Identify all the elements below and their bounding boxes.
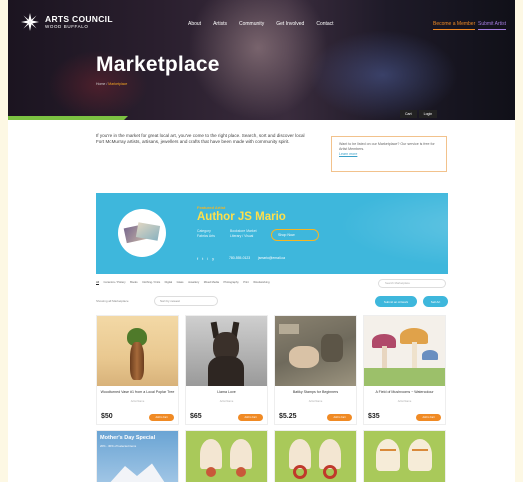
- product-image: [97, 316, 178, 386]
- artist-phone[interactable]: 780-555-0123: [229, 256, 250, 260]
- product-price: $5.25: [279, 413, 297, 420]
- category-tab[interactable]: Digital: [165, 281, 172, 284]
- promo-subtitle: 20% - 30% off selected items: [100, 444, 137, 448]
- artist-meta-1: Category Fabrics Arts: [197, 229, 215, 239]
- artist-email[interactable]: jsmario@email.ca: [258, 256, 285, 260]
- product-card[interactable]: [363, 430, 446, 482]
- artist-meta-2: Bookstore Market Literary / Visual: [230, 229, 257, 239]
- hero-accent-bar: [8, 116, 128, 120]
- product-artist: Artist Name: [397, 400, 412, 403]
- youtube-icon[interactable]: y: [212, 256, 214, 261]
- intro-text: If you're in the market for great local …: [96, 133, 305, 145]
- brand-tagline: WOOD BUFFALO: [45, 24, 89, 29]
- hero-glow: [308, 30, 458, 120]
- product-image: [275, 316, 356, 386]
- notice-text: Want to be listed on our Marketplace? Ou…: [339, 142, 435, 151]
- product-artist: Artist Name: [130, 400, 145, 403]
- breadcrumb-home[interactable]: Home: [96, 82, 105, 86]
- nav-artists[interactable]: Artists: [213, 21, 227, 27]
- product-image: [186, 431, 267, 482]
- results-label: Showing all Marketplace: [96, 299, 129, 303]
- category-tab[interactable]: Print: [243, 281, 249, 284]
- meta-line: Fabrics Arts: [197, 233, 215, 238]
- breadcrumb-current: Marketplace: [108, 82, 128, 86]
- product-image: Mother's Day Special 20% - 30% off selec…: [97, 431, 178, 482]
- product-image: [364, 431, 445, 482]
- breadcrumb: Home / Marketplace: [96, 82, 127, 86]
- category-tab[interactable]: All: [96, 281, 99, 284]
- featured-artist-card: Featured Artist Author JS Mario Category…: [96, 193, 448, 274]
- add-to-cart-button[interactable]: Add to Cart: [327, 414, 352, 421]
- profile-wave: [316, 193, 448, 274]
- product-image: [275, 431, 356, 482]
- product-price: $35: [368, 413, 380, 420]
- page-title: Marketplace: [96, 53, 220, 76]
- brand-name: ARTS COUNCIL: [45, 13, 113, 24]
- artist-avatar: [118, 209, 166, 257]
- submit-artist-link[interactable]: Submit Artist: [478, 19, 507, 30]
- star-logo-icon: [21, 13, 39, 31]
- product-card[interactable]: Woodturned Vase #1 from a Local Poplar T…: [96, 315, 179, 425]
- listing-notice: Want to be listed on our Marketplace? Ou…: [331, 136, 447, 172]
- notice-link[interactable]: Learn more: [339, 152, 357, 156]
- product-image: [364, 316, 445, 386]
- category-tab[interactable]: Photography: [223, 281, 238, 284]
- category-tab[interactable]: Mixed Media: [204, 281, 219, 284]
- social-links: f t i y: [197, 256, 214, 261]
- featured-badge: Featured Artist: [197, 205, 226, 210]
- product-title[interactable]: A Field of Mushrooms ~ Watercolour: [367, 390, 442, 394]
- category-tabs: All Ceramics / Pottery Books Clothing / …: [96, 281, 344, 284]
- add-to-cart-button[interactable]: Add to Cart: [238, 414, 263, 421]
- search-input[interactable]: Search Marketplace: [378, 279, 446, 288]
- main-nav: About Artists Community Get Involved Con…: [188, 21, 334, 27]
- artist-name: Author JS Mario: [197, 211, 286, 223]
- product-card[interactable]: Llama Love Artist Name $65 Add to Cart: [185, 315, 268, 425]
- hero-actions: Cart Login: [400, 110, 438, 118]
- artwork-thumbnail: [123, 222, 161, 244]
- shop-now-button[interactable]: Shop Now: [271, 229, 319, 241]
- nav-contact[interactable]: Contact: [316, 21, 333, 27]
- product-card[interactable]: Mother's Day Special 20% - 30% off selec…: [96, 430, 179, 482]
- product-title[interactable]: Llama Love: [189, 390, 264, 394]
- product-title[interactable]: Batiky Stamps for Beginners: [278, 390, 353, 394]
- add-to-cart-button[interactable]: Add to Cart: [149, 414, 174, 421]
- promo-title: Mother's Day Special: [100, 435, 156, 441]
- sort-select[interactable]: Sort by newest: [154, 296, 218, 306]
- add-to-cart-button[interactable]: Add to Cart: [416, 414, 441, 421]
- product-card[interactable]: [274, 430, 357, 482]
- product-card[interactable]: Batiky Stamps for Beginners Artist Name …: [274, 315, 357, 425]
- product-artist: Artist Name: [308, 400, 323, 403]
- become-member-link[interactable]: Become a Member: [433, 19, 476, 30]
- cart-button[interactable]: Cart: [400, 110, 417, 118]
- instagram-icon[interactable]: i: [207, 256, 208, 261]
- product-title[interactable]: Woodturned Vase #1 from a Local Poplar T…: [100, 390, 175, 394]
- product-price: $50: [101, 413, 113, 420]
- product-price: $65: [190, 413, 202, 420]
- hero-banner: ARTS COUNCIL WOOD BUFFALO About Artists …: [8, 0, 515, 120]
- submit-artwork-button[interactable]: Submit an Artwork: [375, 296, 417, 307]
- nav-about[interactable]: About: [188, 21, 201, 27]
- meta-line: Literary / Visual: [230, 233, 254, 238]
- facebook-icon[interactable]: f: [197, 256, 198, 261]
- category-tab[interactable]: Books: [130, 281, 137, 284]
- twitter-icon[interactable]: t: [202, 256, 203, 261]
- category-tab[interactable]: Woodworking: [253, 281, 269, 284]
- product-artist: Artist Name: [219, 400, 234, 403]
- site-logo[interactable]: ARTS COUNCIL WOOD BUFFALO: [20, 12, 113, 32]
- nav-get-involved[interactable]: Get Involved: [276, 21, 304, 27]
- product-image: [186, 316, 267, 386]
- product-card[interactable]: [185, 430, 268, 482]
- category-tab[interactable]: Ceramics / Pottery: [104, 281, 126, 284]
- product-card[interactable]: A Field of Mushrooms ~ Watercolour Artis…: [363, 315, 446, 425]
- page: ARTS COUNCIL WOOD BUFFALO About Artists …: [8, 0, 515, 482]
- sell-art-button[interactable]: Sell Art: [423, 296, 448, 307]
- category-tab[interactable]: Jewellery: [188, 281, 199, 284]
- nav-community[interactable]: Community: [239, 21, 264, 27]
- category-tab[interactable]: Clothing / Knits: [142, 281, 160, 284]
- category-tab[interactable]: Glass: [177, 281, 184, 284]
- login-button[interactable]: Login: [418, 110, 438, 118]
